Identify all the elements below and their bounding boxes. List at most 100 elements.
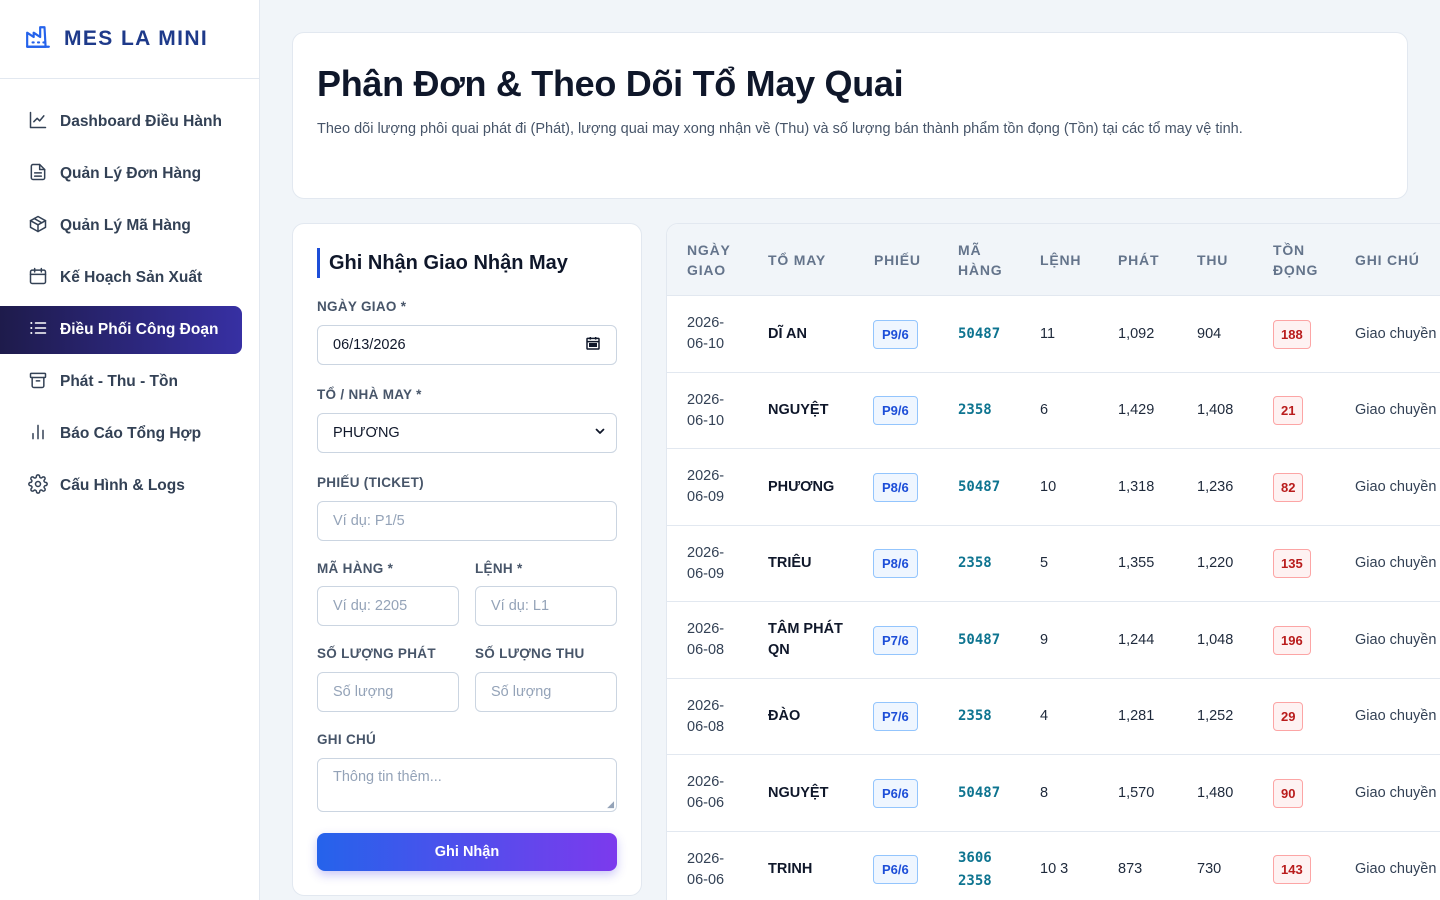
cell-date: 2026-06-06	[687, 774, 725, 811]
sidebar-item-stage-dispatch[interactable]: Điều Phối Công Đoạn	[0, 306, 242, 354]
cell-backlog: 143	[1273, 832, 1311, 900]
table-row[interactable]: 2026-06-10 NGUYỆT P9/6 2358 6 1,429 1,40…	[667, 373, 1440, 449]
note-label: GHI CHÚ	[317, 732, 377, 747]
ticket-badge[interactable]: P9/6	[873, 396, 918, 425]
issue-qty-field-group: SỐ LƯỢNG PHÁT Số lượng	[317, 646, 459, 712]
code-link[interactable]: 50487	[958, 323, 1000, 346]
sidebar-item-product-codes[interactable]: Quản Lý Mã Hàng	[0, 202, 242, 250]
cell-code: 50487	[958, 755, 1008, 831]
table-row[interactable]: 2026-06-09 TRIÊU P8/6 2358 5 1,355 1,220…	[667, 526, 1440, 602]
sidebar-item-production-plan[interactable]: Kế Hoạch Sản Xuất	[0, 254, 242, 302]
cell-note: Giao chuyền	[1355, 478, 1437, 495]
bar-chart-icon	[28, 422, 48, 447]
code-input[interactable]: Ví dụ: 2205	[317, 586, 459, 626]
resize-handle-icon[interactable]: ◢	[607, 799, 614, 810]
cell-backlog: 135	[1273, 526, 1311, 602]
brand[interactable]: MES LA MINI	[0, 0, 259, 79]
column-header-code[interactable]: MÃ HÀNG	[958, 224, 1018, 296]
form-title: Ghi Nhận Giao Nhận May	[317, 248, 617, 278]
date-input[interactable]: 06/13/2026	[317, 325, 617, 365]
order-label: LỆNH *	[475, 561, 523, 576]
sidebar-item-orders[interactable]: Quản Lý Đơn Hàng	[0, 150, 242, 198]
delivery-table: NGÀY GIAO TỔ MAY PHIẾU MÃ HÀNG LỆNH PHÁT…	[666, 223, 1440, 900]
cell-backlog: 21	[1273, 373, 1304, 449]
cell-order: 10	[1040, 478, 1057, 495]
cell-code: 50487	[958, 449, 1008, 525]
cell-date: 2026-06-09	[687, 468, 725, 505]
cell-ticket: P9/6	[873, 296, 918, 372]
ticket-badge[interactable]: P9/6	[873, 319, 918, 349]
order-input[interactable]: Ví dụ: L1	[475, 586, 617, 626]
code-link[interactable]: 2358	[958, 705, 992, 728]
table-row[interactable]: 2026-06-08 TÂM PHÁT QN P7/6 50487 9 1,24…	[667, 602, 1440, 679]
cell-team: TÂM PHÁT QN	[768, 621, 843, 658]
cell-received: 730	[1197, 861, 1222, 877]
column-header-ticket[interactable]: PHIẾU	[874, 224, 921, 296]
cell-note: Giao chuyền	[1355, 708, 1437, 724]
note-textarea[interactable]: Thông tin thêm... ◢	[317, 758, 617, 812]
ticket-badge[interactable]: P6/6	[873, 855, 918, 884]
sidebar: MES LA MINI Dashboard Điều Hành Quản Lý …	[0, 0, 260, 900]
sidebar-item-label: Dashboard Điều Hành	[60, 113, 222, 130]
cell-code: 2358	[958, 373, 1008, 449]
code-link[interactable]: 3606 2358	[958, 847, 998, 893]
code-link[interactable]: 50487	[958, 476, 1000, 499]
column-header-team[interactable]: TỔ MAY	[768, 224, 826, 296]
ticket-input[interactable]: Ví dụ: P1/5	[317, 501, 617, 541]
code-link[interactable]: 50487	[958, 629, 1000, 652]
cell-received: 1,236	[1197, 478, 1234, 495]
issue-qty-input[interactable]: Số lượng	[317, 672, 459, 712]
sidebar-item-issue-receive-stock[interactable]: Phát - Thu - Tồn	[0, 358, 242, 406]
ticket-badge[interactable]: P8/6	[873, 549, 918, 578]
column-header-date[interactable]: NGÀY GIAO	[687, 224, 747, 296]
date-value: 06/13/2026	[333, 337, 406, 353]
ticket-badge[interactable]: P7/6	[873, 702, 918, 731]
sidebar-item-reports[interactable]: Báo Cáo Tổng Hợp	[0, 410, 242, 458]
backlog-badge: 143	[1273, 855, 1311, 884]
page-title: Phân Đơn & Theo Dõi Tổ May Quai	[317, 63, 904, 104]
cell-backlog: 188	[1273, 296, 1311, 372]
cell-code: 3606 2358	[958, 832, 998, 900]
chart-line-icon	[28, 110, 48, 135]
sidebar-item-label: Quản Lý Mã Hàng	[60, 217, 191, 234]
sidebar-item-settings-logs[interactable]: Cấu Hình & Logs	[0, 462, 242, 510]
team-label: TỔ / NHÀ MAY *	[317, 387, 422, 402]
cell-team: NGUYỆT	[768, 784, 829, 801]
page-header: Phân Đơn & Theo Dõi Tổ May Quai Theo dõi…	[292, 32, 1408, 199]
code-label: MÃ HÀNG *	[317, 561, 394, 576]
code-link[interactable]: 50487	[958, 782, 1000, 805]
sidebar-item-dashboard[interactable]: Dashboard Điều Hành	[0, 98, 242, 146]
receive-qty-input[interactable]: Số lượng	[475, 672, 617, 712]
note-placeholder: Thông tin thêm...	[333, 769, 442, 785]
page-description: Theo dõi lượng phôi quai phát đi (Phát),…	[317, 121, 1243, 137]
calendar-icon[interactable]	[585, 335, 601, 355]
backlog-badge: 196	[1273, 625, 1311, 655]
cell-order: 8	[1040, 784, 1049, 801]
table-row[interactable]: 2026-06-06 TRINH P6/6 3606 2358 10 3 873…	[667, 832, 1440, 900]
column-header-note[interactable]: GHI CHÚ	[1355, 224, 1420, 296]
ticket-badge[interactable]: P8/6	[873, 472, 918, 502]
column-header-issued[interactable]: PHÁT	[1118, 224, 1159, 296]
cell-issued: 1,570	[1118, 784, 1155, 801]
ticket-badge[interactable]: P7/6	[873, 625, 918, 655]
column-header-backlog[interactable]: TỒN ĐỌNG	[1273, 224, 1343, 296]
column-header-received[interactable]: THU	[1197, 224, 1228, 296]
sidebar-item-label: Phát - Thu - Tồn	[60, 373, 178, 390]
team-select[interactable]: PHƯƠNG	[317, 413, 617, 453]
column-header-order[interactable]: LỆNH	[1040, 224, 1081, 296]
table-row[interactable]: 2026-06-09 PHƯƠNG P8/6 50487 10 1,318 1,…	[667, 449, 1440, 526]
sidebar-nav: Dashboard Điều Hành Quản Lý Đơn Hàng Quả…	[0, 79, 259, 510]
table-row[interactable]: 2026-06-10 DĨ AN P9/6 50487 11 1,092 904…	[667, 296, 1440, 373]
submit-button[interactable]: Ghi Nhận	[317, 833, 617, 871]
cell-team: ĐÀO	[768, 708, 801, 724]
ticket-badge[interactable]: P6/6	[873, 778, 918, 808]
code-link[interactable]: 2358	[958, 399, 992, 422]
cell-received: 904	[1197, 325, 1222, 342]
table-row[interactable]: 2026-06-06 NGUYỆT P6/6 50487 8 1,570 1,4…	[667, 755, 1440, 832]
table-row[interactable]: 2026-06-08 ĐÀO P7/6 2358 4 1,281 1,252 2…	[667, 679, 1440, 755]
date-field-group: NGÀY GIAO * 06/13/2026	[317, 299, 617, 365]
ticket-label: PHIẾU (TICKET)	[317, 475, 424, 490]
cell-date: 2026-06-08	[687, 621, 725, 658]
note-field-group: GHI CHÚ Thông tin thêm... ◢	[317, 732, 617, 812]
code-link[interactable]: 2358	[958, 552, 992, 575]
